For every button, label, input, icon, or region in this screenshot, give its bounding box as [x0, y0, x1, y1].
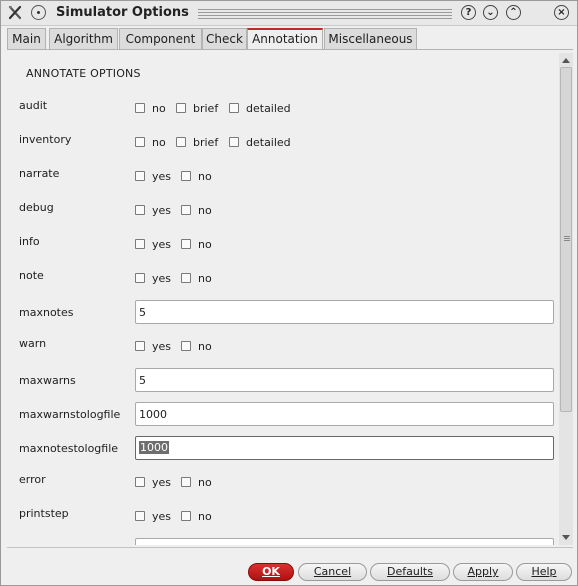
- vertical-scrollbar[interactable]: [559, 53, 573, 545]
- tab-annotation[interactable]: Annotation: [247, 28, 323, 50]
- title-bar[interactable]: Simulator Options ? ⌄ ⌃ ×: [1, 1, 577, 26]
- tab-miscellaneous[interactable]: Miscellaneous: [324, 28, 417, 49]
- error-no-checkbox[interactable]: no: [181, 476, 221, 490]
- maxwarns-input[interactable]: [139, 372, 539, 388]
- note-yes-checkbox[interactable]: yes: [135, 272, 175, 286]
- warn-no-checkbox[interactable]: no: [181, 340, 221, 354]
- inventory-no-checkbox[interactable]: no: [135, 136, 175, 150]
- inventory-brief-checkbox[interactable]: brief: [176, 136, 226, 150]
- note-label: note: [19, 269, 44, 282]
- warn-label: warn: [19, 337, 47, 350]
- apply-button[interactable]: Apply: [453, 563, 513, 581]
- printstep-no-checkbox[interactable]: no: [181, 510, 221, 524]
- close-icon[interactable]: ×: [554, 5, 569, 20]
- info-label: info: [19, 235, 40, 248]
- app-tools-icon[interactable]: [7, 5, 23, 21]
- maxnotes-label: maxnotes: [19, 306, 74, 319]
- scroll-up-icon[interactable]: [562, 58, 570, 63]
- maxnotestologfile-selected-text[interactable]: 1000: [139, 441, 169, 454]
- narrate-yes-checkbox[interactable]: yes: [135, 170, 175, 184]
- maxwarnstologfile-label: maxwarnstologfile: [19, 408, 121, 421]
- info-no-checkbox[interactable]: no: [181, 238, 221, 252]
- printstep-yes-checkbox[interactable]: yes: [135, 510, 175, 524]
- maxnotes-input[interactable]: [139, 304, 539, 320]
- inventory-detailed-checkbox[interactable]: detailed: [229, 136, 299, 150]
- title-bar-grip: [198, 9, 452, 19]
- section-title: ANNOTATE OPTIONS: [26, 67, 141, 80]
- annotation-panel: ANNOTATE OPTIONS audit no brief detailed…: [8, 53, 556, 545]
- maxwarns-field[interactable]: [135, 368, 554, 392]
- debug-label: debug: [19, 201, 54, 214]
- narrate-no-checkbox[interactable]: no: [181, 170, 221, 184]
- ok-button[interactable]: OK: [248, 563, 294, 581]
- next-option-field[interactable]: [135, 538, 554, 545]
- help-button[interactable]: Help: [516, 563, 572, 581]
- cancel-button[interactable]: Cancel: [298, 563, 367, 581]
- thumb-grip-icon: [564, 236, 570, 242]
- scroll-down-icon[interactable]: [562, 535, 570, 540]
- maxwarnstologfile-input[interactable]: [139, 406, 539, 422]
- maxwarns-label: maxwarns: [19, 374, 76, 387]
- info-yes-checkbox[interactable]: yes: [135, 238, 175, 252]
- button-bar-divider: [7, 547, 573, 548]
- maxwarnstologfile-field[interactable]: [135, 402, 554, 426]
- audit-brief-checkbox[interactable]: brief: [176, 102, 226, 116]
- error-label: error: [19, 473, 46, 486]
- tab-check[interactable]: Check: [202, 28, 247, 49]
- warn-yes-checkbox[interactable]: yes: [135, 340, 175, 354]
- error-yes-checkbox[interactable]: yes: [135, 476, 175, 490]
- printstep-label: printstep: [19, 507, 69, 520]
- maxnotestologfile-field[interactable]: 1000: [135, 436, 554, 460]
- maxnotes-field[interactable]: [135, 300, 554, 324]
- tab-divider: [7, 49, 573, 50]
- inventory-label: inventory: [19, 133, 72, 146]
- maxnotestologfile-label: maxnotestologfile: [19, 442, 119, 455]
- note-no-checkbox[interactable]: no: [181, 272, 221, 286]
- scrollbar-thumb[interactable]: [560, 67, 572, 412]
- defaults-button[interactable]: Defaults: [370, 563, 450, 581]
- help-icon[interactable]: ?: [461, 5, 476, 20]
- audit-no-checkbox[interactable]: no: [135, 102, 175, 116]
- audit-detailed-checkbox[interactable]: detailed: [229, 102, 299, 116]
- maximize-icon[interactable]: ⌃: [506, 5, 521, 20]
- simulator-options-window: Simulator Options ? ⌄ ⌃ × Main Algorithm…: [0, 0, 578, 586]
- window-title: Simulator Options: [56, 5, 189, 20]
- keep-on-top-icon[interactable]: [31, 5, 46, 20]
- tab-component[interactable]: Component: [119, 28, 202, 49]
- tab-main[interactable]: Main: [7, 28, 46, 49]
- tab-algorithm[interactable]: Algorithm: [49, 28, 118, 49]
- audit-label: audit: [19, 99, 48, 112]
- minimize-icon[interactable]: ⌄: [483, 5, 498, 20]
- debug-no-checkbox[interactable]: no: [181, 204, 221, 218]
- narrate-label: narrate: [19, 167, 60, 180]
- debug-yes-checkbox[interactable]: yes: [135, 204, 175, 218]
